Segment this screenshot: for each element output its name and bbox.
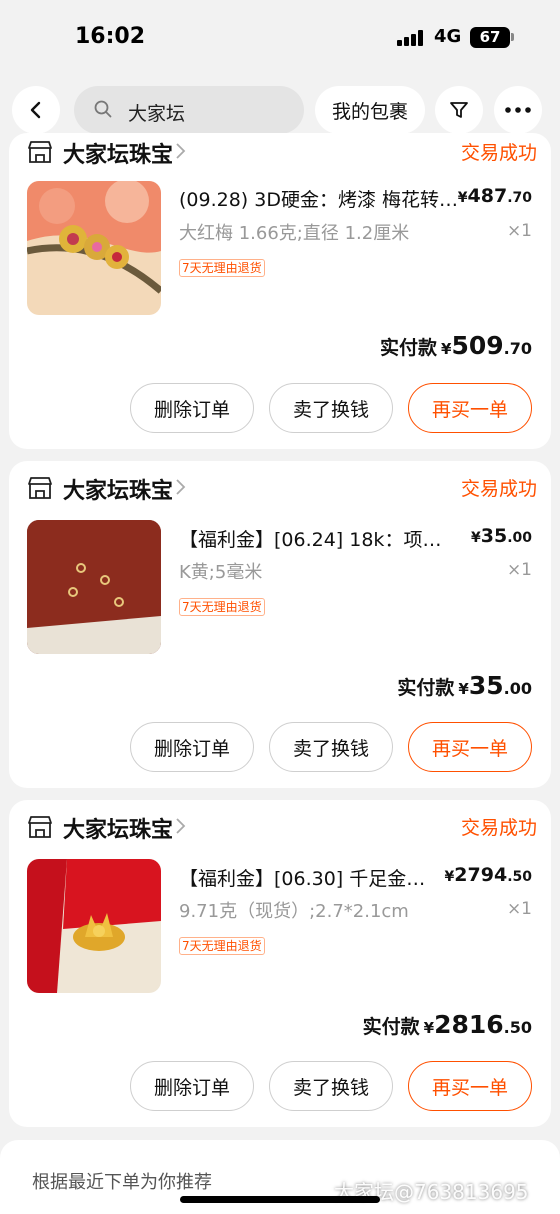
paid-amount: 实付款 ¥2816.50 — [363, 1010, 532, 1039]
paid-amount: 实付款 ¥509.70 — [380, 331, 532, 360]
product-price: ¥2794.50 — [445, 864, 532, 886]
paid-currency: ¥ — [423, 1019, 435, 1037]
signal-icon — [397, 30, 425, 46]
price-decimal: .50 — [507, 869, 532, 885]
top-nav: 大家坛 我的包裹 — [0, 80, 560, 140]
product-photo-beads — [27, 181, 161, 315]
store-row[interactable]: 大家坛珠宝 交易成功 — [27, 810, 537, 846]
return-policy-tag: 7天无理由退货 — [179, 598, 265, 616]
search-icon — [94, 100, 112, 118]
back-icon — [30, 101, 41, 119]
product-price: ¥35.00 — [471, 525, 532, 547]
buy-again-button[interactable]: 再买一单 — [408, 722, 532, 772]
paid-label: 实付款 — [397, 677, 455, 699]
price-integer: 487 — [467, 185, 508, 207]
buy-again-button[interactable]: 再买一单 — [408, 383, 532, 433]
paid-label: 实付款 — [380, 337, 438, 359]
more-button[interactable] — [494, 86, 542, 134]
price-currency: ¥ — [457, 190, 468, 206]
network-label: 4G — [434, 26, 462, 47]
store-name: 大家坛珠宝 — [63, 479, 174, 504]
recommend-heading: 根据最近下单为你推荐 — [32, 1172, 212, 1193]
product-image[interactable] — [27, 520, 161, 654]
paid-amount: 实付款 ¥35.00 — [397, 671, 532, 700]
chevron-right-icon — [176, 479, 186, 495]
price-decimal: .70 — [507, 190, 532, 206]
status-time: 16:02 — [75, 24, 146, 49]
paid-integer: 35 — [468, 671, 504, 700]
paid-integer: 2816 — [434, 1010, 504, 1039]
chevron-right-icon — [176, 818, 186, 834]
my-packages-button[interactable]: 我的包裹 — [315, 86, 425, 134]
battery-icon: 67 — [470, 27, 510, 48]
home-indicator[interactable] — [180, 1196, 380, 1203]
delete-order-button[interactable]: 删除订单 — [130, 383, 254, 433]
buy-again-button[interactable]: 再买一单 — [408, 1061, 532, 1111]
return-policy-tag: 7天无理由退货 — [179, 259, 265, 277]
delete-order-button[interactable]: 删除订单 — [130, 722, 254, 772]
product-quantity: ×1 — [506, 221, 532, 241]
delete-order-button[interactable]: 删除订单 — [130, 1061, 254, 1111]
paid-currency: ¥ — [441, 340, 452, 358]
paid-currency: ¥ — [458, 680, 469, 698]
product-title[interactable]: (09.28) 3D硬金：烤漆 梅花转运珠 — [179, 185, 459, 212]
paid-decimal: .50 — [503, 1018, 532, 1037]
product-image[interactable] — [27, 181, 161, 315]
order-card-2: 大家坛珠宝 交易成功 【福利金】[06.24] 18k：项链扣 ¥35.00 K… — [9, 461, 551, 788]
paid-label: 实付款 — [362, 1016, 420, 1038]
store-icon — [28, 816, 52, 838]
order-card-3: 大家坛珠宝 交易成功 【福利金】[06.30] 千足金莲花 ¥2794.50 9… — [9, 800, 551, 1127]
paid-decimal: .00 — [503, 679, 532, 698]
back-button[interactable] — [12, 86, 60, 134]
store-row[interactable]: 大家坛珠宝 交易成功 — [27, 471, 537, 507]
chevron-right-icon — [176, 143, 186, 159]
price-currency: ¥ — [444, 869, 455, 885]
product-price: ¥487.70 — [458, 185, 532, 207]
sell-button[interactable]: 卖了换钱 — [269, 722, 393, 772]
price-decimal: .00 — [507, 530, 532, 546]
product-quantity: ×1 — [506, 899, 532, 919]
sell-button[interactable]: 卖了换钱 — [269, 383, 393, 433]
order-status: 交易成功 — [460, 142, 537, 164]
price-currency: ¥ — [470, 530, 481, 546]
store-icon — [28, 477, 52, 499]
store-row[interactable]: 大家坛珠宝 交易成功 — [27, 135, 537, 171]
sell-button[interactable]: 卖了换钱 — [269, 1061, 393, 1111]
order-card-1: 大家坛珠宝 交易成功 (09.28) 3D硬金：烤漆 梅花转运珠 ¥487.70… — [9, 133, 551, 449]
paid-decimal: .70 — [503, 339, 532, 358]
paid-integer: 509 — [451, 331, 504, 360]
product-photo-lotus — [27, 859, 161, 993]
more-icon — [505, 107, 531, 113]
product-quantity: ×1 — [506, 560, 532, 580]
search-query: 大家坛 — [128, 103, 186, 125]
product-photo-clasps — [27, 520, 161, 654]
order-status: 交易成功 — [460, 478, 537, 500]
store-name: 大家坛珠宝 — [63, 143, 174, 168]
price-integer: 2794 — [454, 864, 508, 886]
product-title[interactable]: 【福利金】[06.30] 千足金莲花 — [179, 864, 433, 891]
product-spec: 大红梅 1.66克;直径 1.2厘米 — [179, 223, 410, 244]
product-spec: K黄;5毫米 — [179, 562, 263, 583]
return-policy-tag: 7天无理由退货 — [179, 937, 265, 955]
filter-icon — [450, 102, 468, 118]
store-name: 大家坛珠宝 — [63, 818, 174, 843]
price-integer: 35 — [480, 525, 508, 547]
product-image[interactable] — [27, 859, 161, 993]
order-status: 交易成功 — [460, 817, 537, 839]
product-title[interactable]: 【福利金】[06.24] 18k：项链扣 — [179, 525, 459, 552]
status-bar: 16:02 4G 67 — [0, 0, 560, 76]
filter-button[interactable] — [435, 86, 483, 134]
product-spec: 9.71克（现货）;2.7*2.1cm — [179, 901, 409, 922]
store-icon — [28, 141, 52, 163]
search-input[interactable]: 大家坛 — [74, 86, 304, 134]
battery-cap — [511, 33, 514, 41]
